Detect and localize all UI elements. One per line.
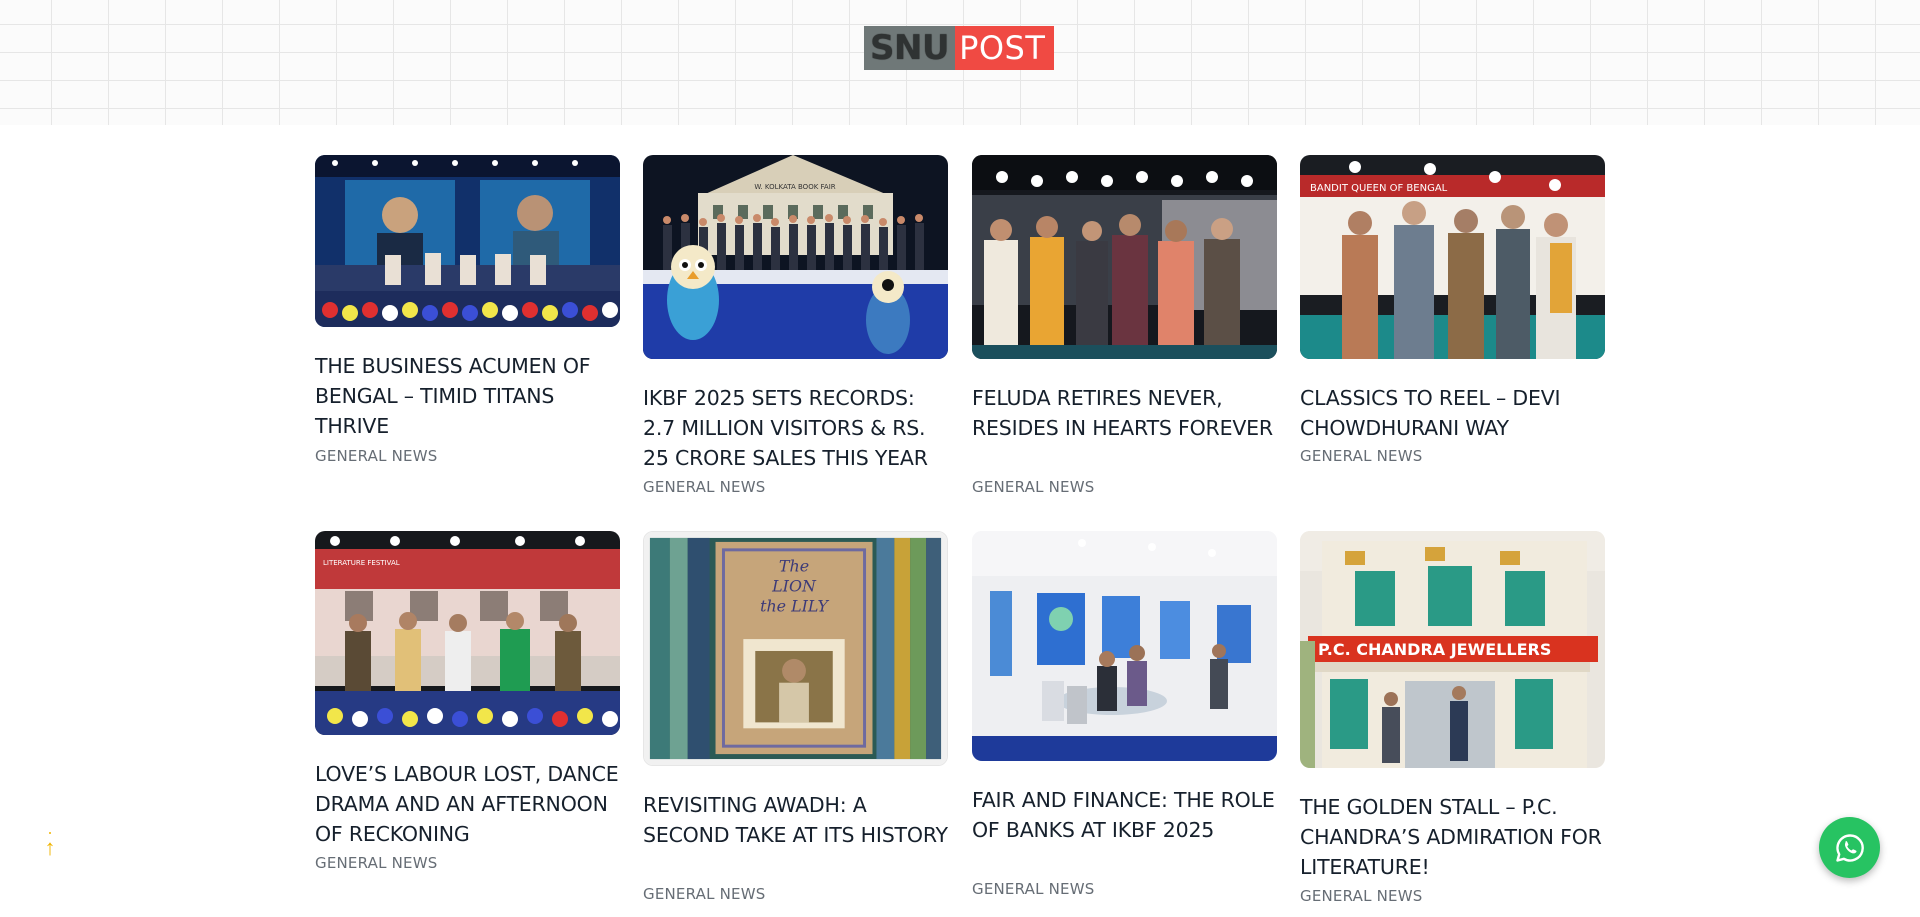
article-category[interactable]: GENERAL NEWS xyxy=(972,880,1094,898)
article-title[interactable]: IKBF 2025 SETS RECORDS: 2.7 MILLION VISI… xyxy=(643,383,948,473)
article-image-golden-stall[interactable]: P.C. CHANDRA JEWELLERS xyxy=(1300,531,1605,768)
article-category[interactable]: GENERAL NEWS xyxy=(643,885,765,903)
article-image-devi-chowdhurani[interactable]: BANDIT QUEEN OF BENGAL xyxy=(1300,155,1605,359)
banner-text: BANDIT QUEEN OF BENGAL xyxy=(1310,183,1448,194)
whatsapp-button[interactable] xyxy=(1819,817,1880,878)
banner-text: LITERATURE FESTIVAL xyxy=(323,559,400,567)
back-to-top-dot xyxy=(49,832,51,834)
article-image-revisiting-awadh[interactable]: The LION the LILY xyxy=(643,531,948,766)
article-title[interactable]: LOVE’S LABOUR LOST, DANCE DRAMA AND AN A… xyxy=(315,759,620,849)
back-to-top-button[interactable]: ↑ xyxy=(38,828,62,868)
whatsapp-icon xyxy=(1835,833,1864,862)
article-image-loves-labour-lost[interactable]: LITERATURE FESTIVAL xyxy=(315,531,620,735)
article-title[interactable]: FELUDA RETIRES NEVER, RESIDES IN HEARTS … xyxy=(972,383,1277,443)
article-title[interactable]: REVISITING AWADH: A SECOND TAKE AT ITS H… xyxy=(643,790,948,850)
site-logo[interactable]: SNU POST xyxy=(864,26,1054,70)
article-title[interactable]: THE GOLDEN STALL – P.C. CHANDRA’S ADMIRA… xyxy=(1300,792,1605,882)
article-title[interactable]: FAIR AND FINANCE: THE ROLE OF BANKS AT I… xyxy=(972,785,1277,845)
article-category[interactable]: GENERAL NEWS xyxy=(315,447,437,465)
stall-sign-text: P.C. CHANDRA JEWELLERS xyxy=(1318,640,1551,659)
article-category[interactable]: GENERAL NEWS xyxy=(972,478,1094,496)
article-image-fair-and-finance[interactable] xyxy=(972,531,1277,761)
article-image-feluda[interactable] xyxy=(972,155,1277,359)
article-category[interactable]: GENERAL NEWS xyxy=(643,478,765,496)
article-category[interactable]: GENERAL NEWS xyxy=(315,854,437,872)
article-title[interactable]: THE BUSINESS ACUMEN OF BENGAL – TIMID TI… xyxy=(315,351,620,441)
banner-text: W. KOLKATA BOOK FAIR xyxy=(754,183,835,191)
book-title-line1: The xyxy=(779,557,809,576)
site-header: SNU POST xyxy=(0,0,1920,125)
article-title[interactable]: CLASSICS TO REEL – DEVI CHOWDHURANI WAY xyxy=(1300,383,1605,443)
book-title-line3: the LILY xyxy=(760,596,829,615)
arrow-up-icon: ↑ xyxy=(44,835,56,860)
article-category[interactable]: GENERAL NEWS xyxy=(1300,447,1422,465)
article-image-ikbf-records[interactable]: W. KOLKATA BOOK FAIR xyxy=(643,155,948,359)
book-title-line2: LION xyxy=(771,577,817,596)
logo-snu: SNU xyxy=(864,26,956,70)
logo-post: POST xyxy=(955,26,1054,70)
article-category[interactable]: GENERAL NEWS xyxy=(1300,887,1422,905)
article-image-business-acumen[interactable] xyxy=(315,155,620,327)
